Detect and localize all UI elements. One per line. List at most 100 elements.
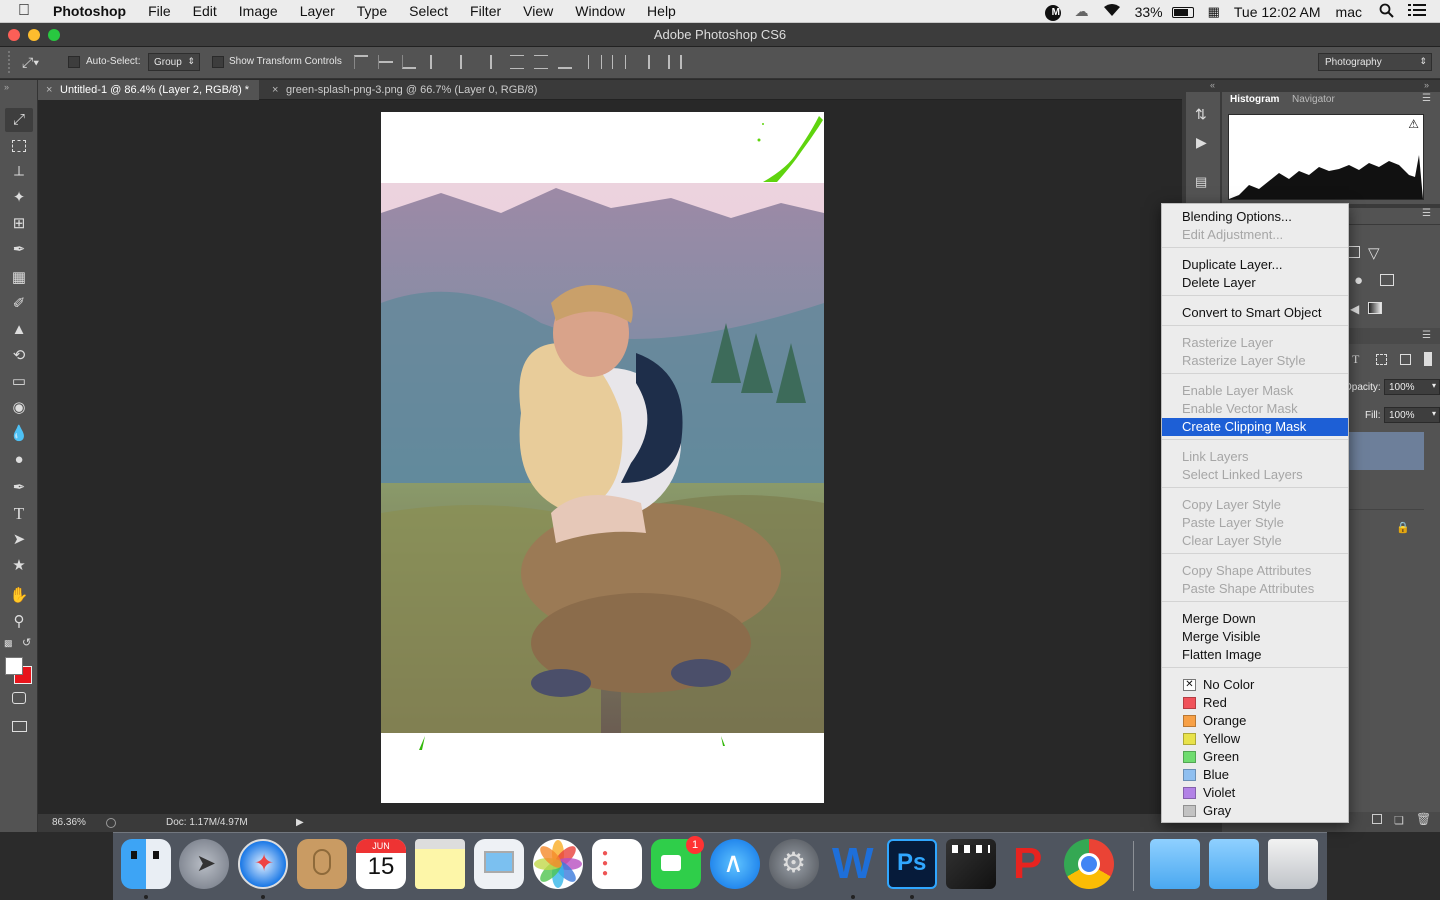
eyedropper-tool-icon[interactable]: ✒ — [5, 238, 33, 262]
menu-item-color-blue[interactable]: Blue — [1162, 766, 1348, 784]
menu-item-rasterize-layer-style[interactable]: Rasterize Layer Style — [1162, 352, 1348, 370]
menu-view[interactable]: View — [512, 3, 564, 19]
wps-presentation-icon[interactable]: P — [1005, 839, 1055, 889]
menu-window[interactable]: Window — [564, 3, 636, 19]
workspace-dropdown[interactable]: Photography ⇕ — [1318, 53, 1432, 71]
distribute-bottom-icon[interactable] — [558, 55, 572, 69]
menu-item-clear-layer-style[interactable]: Clear Layer Style — [1162, 532, 1348, 550]
brush-tool-icon[interactable]: ✐ — [5, 292, 33, 316]
gradient-map-adjustment-icon[interactable]: ▽ — [1368, 244, 1380, 262]
move-tool-icon[interactable]: ⤢ — [5, 108, 33, 132]
align-hcenter-icon[interactable] — [454, 55, 468, 69]
distribute-left-icon[interactable] — [588, 55, 602, 69]
panel-menu-icon[interactable]: ☰ — [1422, 93, 1431, 104]
paint-bucket-tool-icon[interactable]: ◉ — [5, 396, 33, 420]
tab-navigator[interactable]: Navigator — [1284, 92, 1343, 108]
path-selection-tool-icon[interactable]: ➤ — [5, 528, 33, 552]
menu-item-enable-vector-mask[interactable]: Enable Vector Mask — [1162, 400, 1348, 418]
filter-toggle[interactable] — [1424, 352, 1432, 366]
type-tool-icon[interactable]: T — [5, 502, 33, 526]
distribute-right-icon[interactable] — [636, 55, 650, 69]
menu-item-flatten-image[interactable]: Flatten Image — [1162, 646, 1348, 664]
menu-item-color-gray[interactable]: Gray — [1162, 802, 1348, 820]
reminders-icon[interactable]: ● ● ● — [592, 839, 642, 889]
contacts-icon[interactable] — [297, 839, 347, 889]
history-brush-tool-icon[interactable]: ⟲ — [5, 344, 33, 368]
menu-file[interactable]: File — [137, 3, 182, 19]
close-tab-icon[interactable]: × — [272, 80, 278, 100]
distribute-vcenter-icon[interactable] — [534, 55, 548, 69]
menu-item-convert-to-smart-object[interactable]: Convert to Smart Object — [1162, 304, 1348, 322]
layer-row-selected[interactable] — [1342, 432, 1424, 470]
align-right-icon[interactable] — [478, 55, 492, 69]
clone-stamp-tool-icon[interactable]: ▲ — [5, 318, 33, 342]
dodge-tool-icon[interactable]: ● — [5, 448, 33, 472]
auto-align-icon[interactable] — [668, 55, 682, 69]
minimize-window-button[interactable] — [28, 29, 40, 41]
layer-row[interactable] — [1342, 472, 1424, 510]
align-bottom-icon[interactable] — [402, 55, 416, 69]
menu-item-color-no-color[interactable]: ✕ No Color — [1162, 676, 1348, 694]
menu-item-paste-shape-attributes[interactable]: Paste Shape Attributes — [1162, 580, 1348, 598]
battery-icon[interactable] — [1165, 4, 1201, 20]
filter-shape-icon[interactable] — [1376, 354, 1387, 365]
menu-item-merge-down[interactable]: Merge Down — [1162, 610, 1348, 628]
opacity-input[interactable]: 100% ▾ — [1384, 379, 1440, 395]
downloads-folder-icon[interactable] — [1150, 839, 1200, 889]
documents-folder-icon[interactable] — [1209, 839, 1259, 889]
menu-item-create-clipping-mask[interactable]: Create Clipping Mask — [1162, 418, 1348, 436]
adjustments-panel-menu-icon[interactable]: ☰ — [1422, 208, 1431, 219]
zoom-level[interactable]: 86.36% — [52, 814, 86, 832]
layer-lock-icon[interactable]: 🔒 — [1396, 521, 1410, 534]
transform-controls-checkbox[interactable] — [212, 56, 224, 68]
crop-tool-icon[interactable]: ⊞ — [5, 212, 33, 236]
calendar-icon[interactable]: JUN 15 — [356, 839, 406, 889]
menu-item-copy-shape-attributes[interactable]: Copy Shape Attributes — [1162, 562, 1348, 580]
levels-adjustment-icon[interactable] — [1348, 246, 1360, 258]
app-store-icon[interactable]: ∧ — [710, 839, 760, 889]
creative-cloud-icon[interactable]: ☁ — [1068, 3, 1096, 20]
menu-filter[interactable]: Filter — [459, 3, 512, 19]
menu-layer[interactable]: Layer — [289, 3, 346, 19]
options-grip[interactable] — [8, 51, 14, 73]
delete-layer-icon[interactable]: 🗑 — [1416, 812, 1431, 826]
swap-colors-icon[interactable]: ↺ — [22, 636, 31, 649]
status-icon[interactable] — [106, 818, 116, 828]
document-canvas[interactable] — [381, 112, 824, 803]
menu-help[interactable]: Help — [636, 3, 687, 19]
new-layer-icon[interactable]: ❏ — [1394, 814, 1404, 827]
preview-icon[interactable] — [474, 839, 524, 889]
warning-icon[interactable]: ⚠ — [1408, 117, 1419, 131]
wifi-icon[interactable] — [1096, 3, 1128, 20]
calendar-menu-icon[interactable]: ▦ — [1201, 4, 1227, 20]
auto-select-checkbox[interactable] — [68, 56, 80, 68]
menu-item-duplicate-layer[interactable]: Duplicate Layer... — [1162, 256, 1348, 274]
menu-item-color-red[interactable]: Red — [1162, 694, 1348, 712]
tab-histogram[interactable]: Histogram — [1222, 92, 1288, 108]
status-menu-arrow-icon[interactable]: ▶ — [296, 814, 304, 832]
align-left-icon[interactable] — [430, 55, 444, 69]
system-preferences-icon[interactable]: ⚙ — [769, 839, 819, 889]
malwarebytes-icon[interactable]: M — [1038, 2, 1068, 21]
properties-panel-icon[interactable]: ▤ — [1195, 174, 1207, 190]
menu-item-rasterize-layer[interactable]: Rasterize Layer — [1162, 334, 1348, 352]
fill-input[interactable]: 100% ▾ — [1384, 407, 1440, 423]
tab-untitled-1[interactable]: × Untitled-1 @ 86.4% (Layer 2, RGB/8) * — [38, 80, 260, 100]
zoom-window-button[interactable] — [48, 29, 60, 41]
collapse-panels-icon[interactable]: » — [1424, 80, 1429, 90]
layers-panel-menu-icon[interactable]: ☰ — [1422, 330, 1431, 341]
menu-item-enable-layer-mask[interactable]: Enable Layer Mask — [1162, 382, 1348, 400]
foreground-color-swatch[interactable] — [5, 657, 23, 675]
filter-type-icon[interactable]: T — [1352, 352, 1359, 367]
gradient-adjustment-icon[interactable] — [1368, 302, 1382, 314]
user-name[interactable]: mac — [1328, 4, 1372, 20]
clock[interactable]: Tue 12:02 AM — [1227, 4, 1328, 20]
channel-mixer-adjustment-icon[interactable]: ● — [1354, 272, 1363, 289]
hand-tool-icon[interactable]: ✋ — [5, 584, 33, 608]
auto-select-dropdown[interactable]: Group ⇕ — [148, 53, 200, 71]
tab-green-splash[interactable]: × green-splash-png-3.png @ 66.7% (Layer … — [264, 80, 547, 100]
new-group-icon[interactable] — [1372, 814, 1382, 824]
quick-selection-tool-icon[interactable]: ✦ — [5, 186, 33, 210]
trash-icon[interactable] — [1268, 839, 1318, 889]
menu-item-color-yellow[interactable]: Yellow — [1162, 730, 1348, 748]
